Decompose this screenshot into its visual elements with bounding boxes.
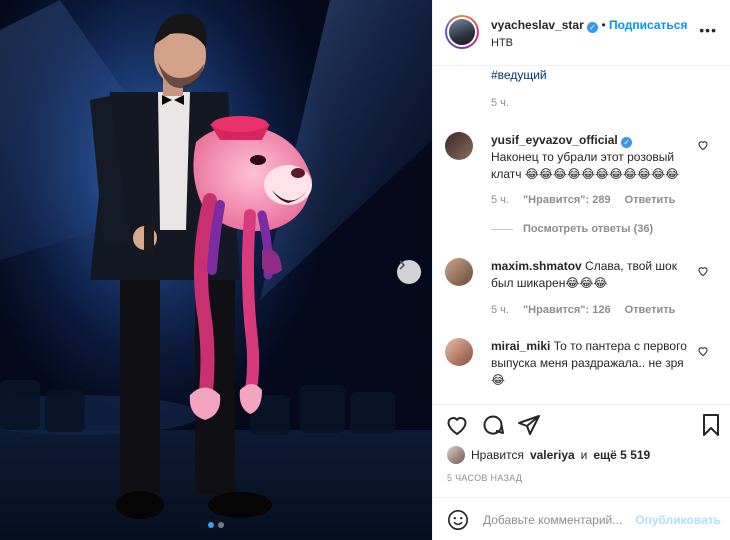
carousel-indicator xyxy=(0,522,432,528)
comment-reply-button[interactable]: Ответить xyxy=(625,304,676,316)
verified-badge-icon: ✓ xyxy=(587,22,599,33)
comment-time[interactable]: 5 ч. xyxy=(491,194,509,206)
comment-username[interactable]: yusif_eyvazov_official xyxy=(491,133,618,147)
comment-text: Наконец то убрали этот розовый клатч 😂😂😂… xyxy=(491,150,680,181)
author-username[interactable]: vyacheslav_star xyxy=(491,18,584,32)
comment-like-icon[interactable] xyxy=(697,139,709,151)
chevron-right-icon xyxy=(399,260,406,270)
more-options-icon[interactable]: ••• xyxy=(699,22,717,38)
commenter-avatar[interactable] xyxy=(445,258,473,286)
comment-likes-count[interactable]: "Нравится": 126 xyxy=(523,304,611,316)
post-header: vyacheslav_star ✓ • Подписаться НТВ ••• xyxy=(433,0,730,66)
verified-badge-icon: ✓ xyxy=(621,137,633,148)
commenter-avatar[interactable] xyxy=(445,338,473,366)
post-side-panel: vyacheslav_star ✓ • Подписаться НТВ ••• … xyxy=(432,0,730,540)
share-send-icon[interactable] xyxy=(517,413,541,437)
caption-time[interactable]: 5 ч. xyxy=(491,97,509,109)
carousel-dot xyxy=(218,522,224,528)
post-photo[interactable] xyxy=(0,0,432,540)
emoji-icon[interactable] xyxy=(447,509,469,531)
caption-hashtag[interactable]: #ведущий xyxy=(491,68,547,82)
liker-avatar[interactable] xyxy=(447,446,465,464)
view-replies-button[interactable]: Посмотреть ответы (36) xyxy=(491,223,653,235)
photo-illustration xyxy=(0,0,432,540)
comment-username[interactable]: maxim.shmatov xyxy=(491,259,582,273)
likes-prefix: Нравится xyxy=(471,448,524,462)
comment-like-icon[interactable] xyxy=(697,345,709,357)
comment-reply-button[interactable]: Ответить xyxy=(625,194,676,206)
comment-time[interactable]: 5 ч. xyxy=(491,304,509,316)
carousel-dot-active xyxy=(208,522,214,528)
comment-likes-count[interactable]: "Нравится": 289 xyxy=(523,194,611,206)
view-replies-label: Посмотреть ответы (36) xyxy=(523,223,654,235)
post-location[interactable]: НТВ xyxy=(491,37,513,49)
comment-like-icon[interactable] xyxy=(697,265,709,277)
publish-button[interactable]: Опубликовать xyxy=(635,513,721,527)
likes-and: и xyxy=(580,448,588,462)
liker-username[interactable]: valeriya xyxy=(530,448,575,462)
comment-bubble-icon[interactable] xyxy=(481,413,505,437)
comments-list: #ведущий 5 ч. yusif_eyvazov_official ✓ Н… xyxy=(433,66,730,404)
add-comment-bar: Добавьте комментарий... Опубликовать xyxy=(433,497,730,540)
like-heart-icon[interactable] xyxy=(445,413,469,437)
author-avatar[interactable] xyxy=(445,15,479,49)
save-bookmark-icon[interactable] xyxy=(699,413,723,437)
likes-count-button[interactable]: ещё 5 519 xyxy=(593,448,650,462)
replies-divider xyxy=(491,228,513,230)
header-separator: • xyxy=(601,18,606,32)
post-actions: Нравится valeriya и ещё 5 519 5 ЧАСОВ НА… xyxy=(433,404,730,540)
comment-input[interactable]: Добавьте комментарий... xyxy=(483,513,622,527)
post-timestamp[interactable]: 5 ЧАСОВ НАЗАД xyxy=(447,473,522,483)
carousel-next-button[interactable] xyxy=(397,260,421,284)
likes-summary: Нравится valeriya и ещё 5 519 xyxy=(447,446,650,464)
follow-button[interactable]: Подписаться xyxy=(609,18,687,32)
commenter-avatar[interactable] xyxy=(445,132,473,160)
comment-username[interactable]: mirai_miki xyxy=(491,339,550,353)
